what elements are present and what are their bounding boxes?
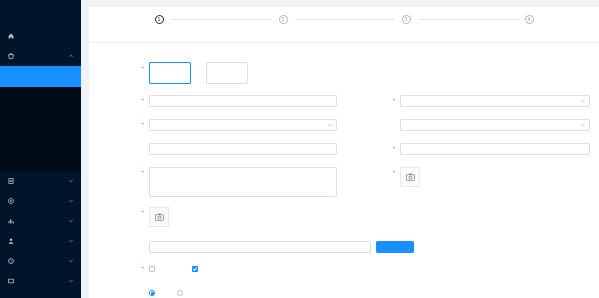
sidebar-item-delivery[interactable] xyxy=(0,271,81,291)
sidebar-item-home[interactable] xyxy=(0,26,81,46)
product-type-normal[interactable] xyxy=(149,62,191,84)
sidebar-submenu-product xyxy=(0,66,81,171)
camera-icon xyxy=(154,213,164,221)
custom-form-yes-radio[interactable] xyxy=(177,290,183,296)
crmeb-logo-icon xyxy=(8,7,54,19)
merchant-category-select[interactable] xyxy=(400,95,590,107)
pickup-checkbox[interactable] xyxy=(149,266,155,272)
merchant-category-label: * xyxy=(392,99,395,104)
step-2[interactable]: 2 xyxy=(253,15,313,28)
chevron-down-icon xyxy=(69,199,73,203)
sidebar-item-product-spec[interactable] xyxy=(0,108,81,129)
product-name-label: * xyxy=(141,99,144,104)
home-icon xyxy=(7,33,14,40)
summary-textarea[interactable] xyxy=(149,167,337,197)
upload-video-button[interactable] xyxy=(376,241,414,253)
marketing-icon xyxy=(7,198,14,205)
cover-image-label: * xyxy=(392,171,395,176)
sidebar-item-product-tag[interactable] xyxy=(0,150,81,171)
carousel-image-label: * xyxy=(141,211,144,216)
sidebar-item-user[interactable] xyxy=(0,231,81,251)
camera-icon xyxy=(405,173,415,181)
step-number: 1 xyxy=(154,15,164,24)
steps-bar: 1 2 3 4 xyxy=(89,7,599,43)
chevron-down-icon xyxy=(581,100,585,103)
unit-input[interactable] xyxy=(400,143,590,155)
chevron-down-icon xyxy=(69,239,73,243)
logo[interactable] xyxy=(0,0,81,26)
delivery-icon xyxy=(7,278,14,285)
order-icon xyxy=(7,178,14,185)
custom-form-no-radio[interactable] xyxy=(149,290,155,296)
product-icon xyxy=(7,53,14,60)
sidebar-item-marketing[interactable] xyxy=(0,191,81,211)
step-3[interactable]: 3 xyxy=(376,15,436,28)
sidebar xyxy=(0,0,81,298)
sidebar-item-order[interactable] xyxy=(0,171,81,191)
product-name-input[interactable] xyxy=(149,95,337,107)
brand-select[interactable] xyxy=(400,119,590,131)
product-type-virtual[interactable] xyxy=(206,62,248,84)
chevron-down-icon xyxy=(581,124,585,127)
sidebar-nav xyxy=(0,26,81,291)
platform-category-label: * xyxy=(141,123,144,128)
chevron-down-icon xyxy=(69,279,73,283)
sidebar-item-product-list[interactable] xyxy=(0,66,81,87)
delivery-label: * xyxy=(141,267,144,272)
main-panel: 1 2 3 4 * * * * * * * * * xyxy=(89,7,599,298)
video-link-input[interactable] xyxy=(149,241,371,253)
chevron-down-icon xyxy=(69,219,73,223)
chevron-down-icon xyxy=(328,124,332,127)
cover-image-upload[interactable] xyxy=(400,167,420,187)
summary-label: * xyxy=(141,171,144,176)
step-1[interactable]: 1 xyxy=(129,15,189,28)
product-type-label: * xyxy=(141,67,144,72)
app-root: 1 2 3 4 * * * * * * * * * xyxy=(0,0,599,298)
chevron-up-icon xyxy=(69,54,73,58)
finance-icon xyxy=(7,218,14,225)
step-number: 3 xyxy=(401,15,411,24)
sidebar-item-product[interactable] xyxy=(0,46,81,66)
platform-category-select[interactable] xyxy=(149,119,337,131)
check-icon xyxy=(192,267,198,272)
one-stop-icon xyxy=(7,258,14,265)
step-number: 4 xyxy=(524,15,534,24)
express-checkbox[interactable] xyxy=(192,266,198,272)
chevron-down-icon xyxy=(69,259,73,263)
sidebar-item-product-category[interactable] xyxy=(0,87,81,108)
step-number: 2 xyxy=(278,15,288,24)
sidebar-item-finance[interactable] xyxy=(0,211,81,231)
step-4[interactable]: 4 xyxy=(499,15,559,28)
carousel-image-upload[interactable] xyxy=(149,207,169,227)
sidebar-item-one-stop[interactable] xyxy=(0,251,81,271)
sidebar-item-product-review[interactable] xyxy=(0,129,81,150)
unit-label: * xyxy=(392,147,395,152)
keywords-input[interactable] xyxy=(149,143,337,155)
chevron-down-icon xyxy=(69,179,73,183)
user-icon xyxy=(7,238,14,245)
